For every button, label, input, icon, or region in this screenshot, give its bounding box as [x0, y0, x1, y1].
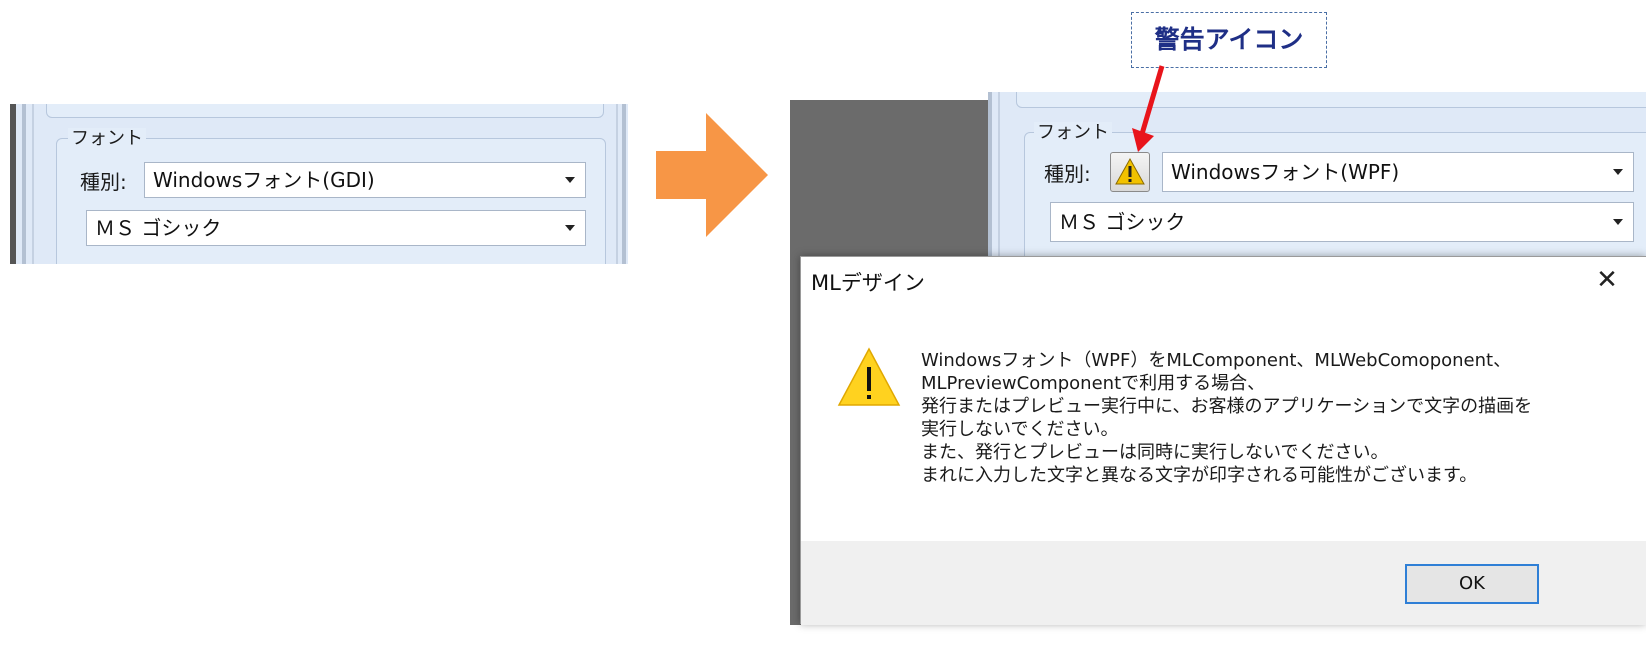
- font-name-value: ＭＳ ゴシック: [95, 216, 222, 240]
- font-type-value: Windowsフォント(WPF): [1171, 160, 1400, 184]
- font-name-combo[interactable]: ＭＳ ゴシック: [86, 210, 586, 246]
- font-type-combo[interactable]: Windowsフォント(GDI): [144, 162, 586, 198]
- warning-icon: [837, 347, 901, 406]
- message-line: 実行しないでください。: [921, 419, 1119, 440]
- font-group-title: フォント: [68, 128, 146, 150]
- ok-button[interactable]: OK: [1405, 564, 1539, 604]
- font-name-combo[interactable]: ＭＳ ゴシック: [1050, 202, 1634, 242]
- dialog-message: Windowsフォント（WPF）をMLComponent、MLWebComopo…: [921, 349, 1631, 487]
- font-settings-panel-after: フォント 種別: Windowsフォント(WPF) ＭＳ ゴシック: [988, 92, 1646, 262]
- message-line: 発行またはプレビュー実行中に、お客様のアプリケーションで文字の描画を: [921, 396, 1533, 417]
- font-type-value: Windowsフォント(GDI): [153, 168, 375, 192]
- dropdown-arrow-icon: [1613, 219, 1623, 225]
- message-line: Windowsフォント（WPF）をMLComponent、MLWebComopo…: [921, 350, 1512, 371]
- panel-border-left-inner: [998, 92, 1000, 262]
- message-line: MLPreviewComponentで利用する場合、: [921, 373, 1266, 394]
- panel-border-left: [22, 104, 26, 264]
- font-warning-button[interactable]: [1110, 152, 1150, 192]
- warning-icon: [1115, 157, 1145, 185]
- warning-icon-callout: 警告アイコン: [1131, 12, 1327, 68]
- font-name-value: ＭＳ ゴシック: [1059, 210, 1186, 234]
- panel-edge: [10, 104, 16, 264]
- panel-border-right-inner: [616, 104, 618, 264]
- warning-dialog: MLデザイン ✕ Windowsフォント（WPF）をMLComponent、ML…: [800, 256, 1646, 625]
- dropdown-arrow-icon: [565, 177, 575, 183]
- message-line: また、発行とプレビューは同時に実行しないでください。: [921, 442, 1389, 463]
- font-settings-panel-before: フォント 種別: Windowsフォント(GDI) ＭＳ ゴシック: [10, 104, 628, 264]
- panel-border-left: [988, 92, 992, 262]
- panel-border-right: [622, 104, 626, 264]
- right-arrow-icon: [656, 113, 768, 237]
- previous-groupbox: [46, 104, 604, 118]
- callout-arrow-icon: [1132, 65, 1165, 152]
- cut-off-label: [86, 256, 146, 264]
- panel-border-left-inner: [32, 104, 34, 264]
- dropdown-arrow-icon: [1613, 169, 1623, 175]
- dialog-footer: OK: [801, 541, 1646, 625]
- dropdown-arrow-icon: [565, 225, 575, 231]
- type-label: 種別:: [80, 170, 127, 194]
- previous-groupbox: [1016, 92, 1646, 108]
- dialog-title: MLデザイン: [811, 271, 925, 295]
- close-icon[interactable]: ✕: [1583, 261, 1631, 299]
- type-label: 種別:: [1044, 162, 1091, 186]
- font-group-title: フォント: [1034, 122, 1112, 144]
- font-type-combo[interactable]: Windowsフォント(WPF): [1162, 152, 1634, 192]
- message-line: まれに入力した文字と異なる文字が印字される可能性がございます。: [921, 465, 1478, 486]
